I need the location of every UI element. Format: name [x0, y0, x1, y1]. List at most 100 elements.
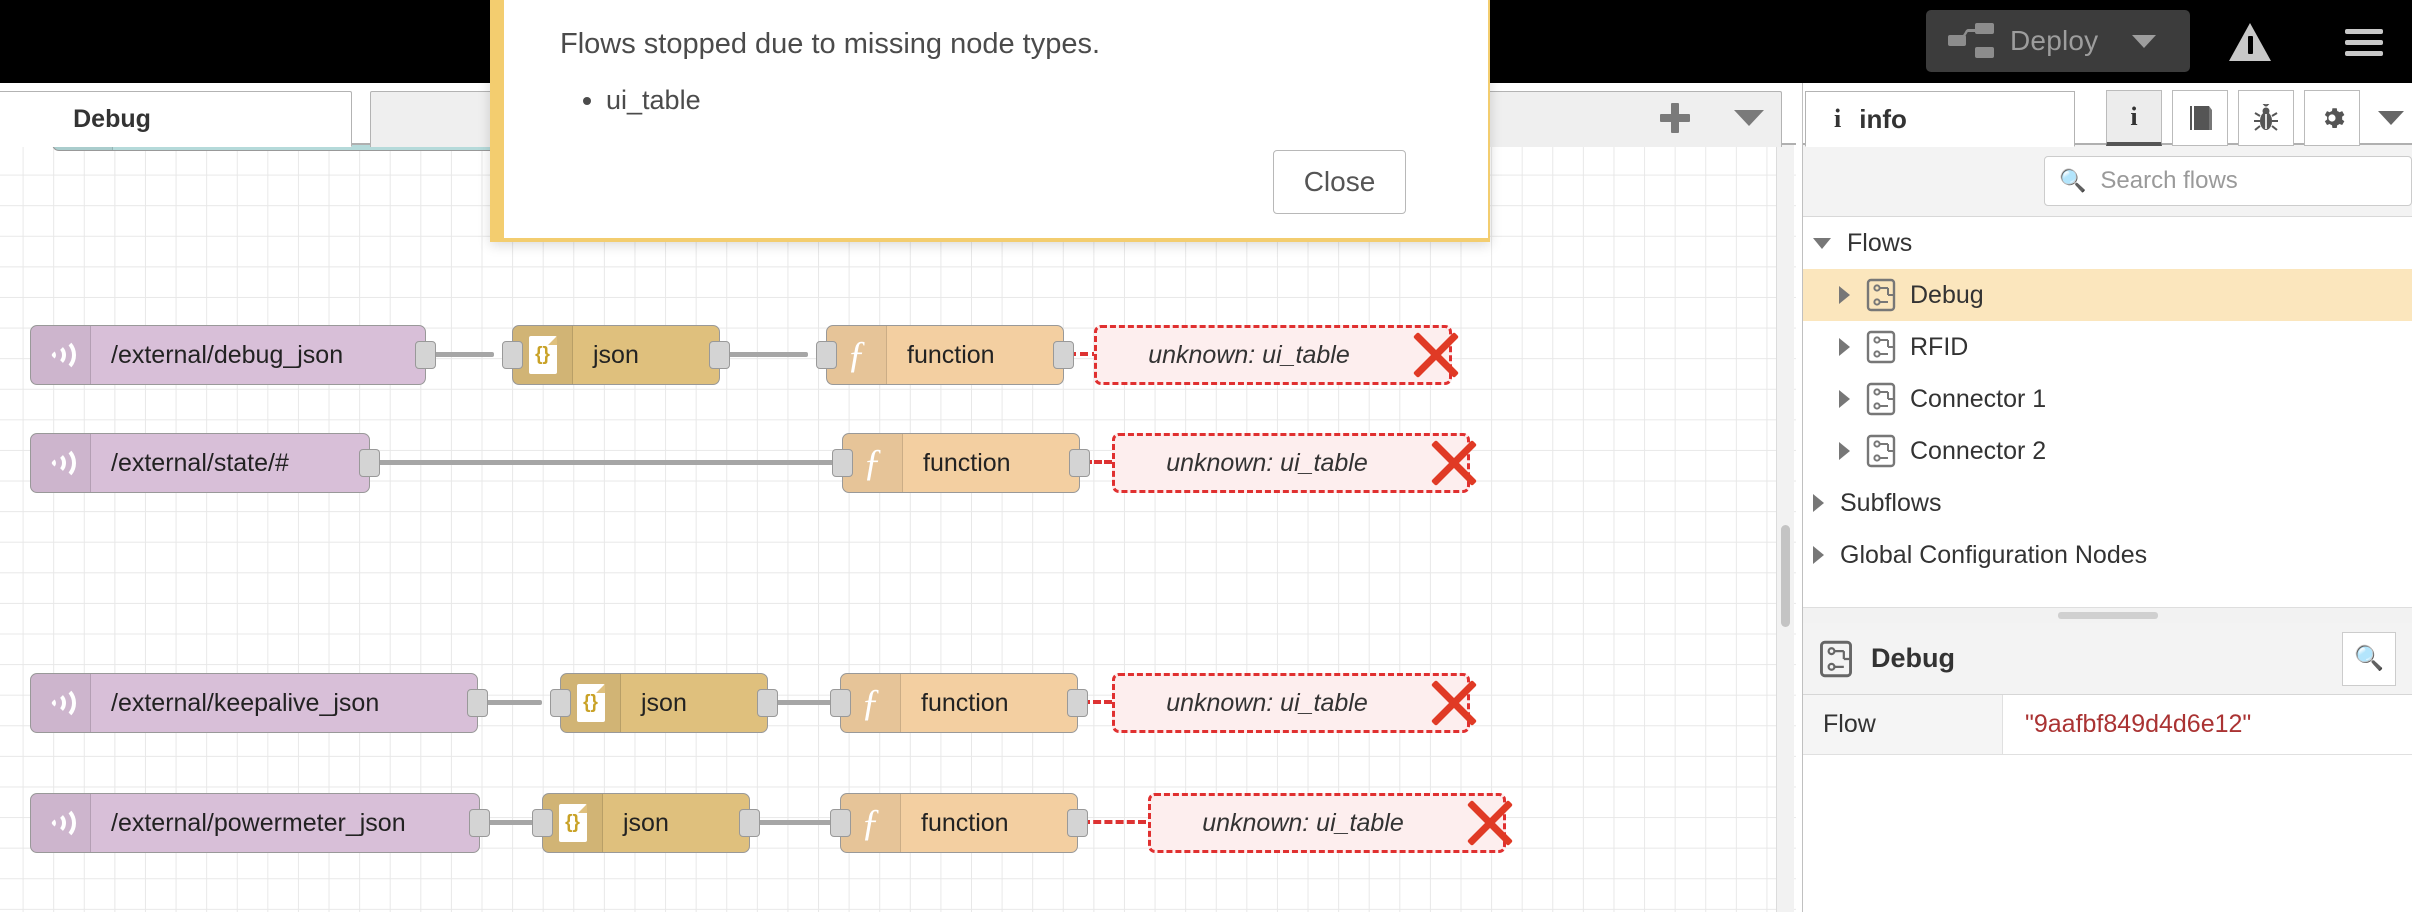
info-icon: i [1834, 104, 1842, 133]
node-input-port[interactable] [532, 809, 553, 837]
search-icon[interactable]: 🔍 [2342, 631, 2396, 686]
chevron-down-icon[interactable] [1734, 110, 1764, 126]
node-label: function [907, 340, 995, 369]
tree-item-label: Connector 1 [1910, 384, 2047, 413]
node-output-port[interactable] [1069, 449, 1090, 477]
tree-item-global-config-nodes[interactable]: Global Configuration Nodes [1803, 529, 2412, 581]
tree-item-label: Connector 2 [1910, 436, 2047, 465]
node-output-port[interactable] [1067, 809, 1088, 837]
chevron-right-icon[interactable] [1813, 546, 1824, 564]
tab-debug[interactable]: Debug [0, 91, 352, 147]
chevron-down-icon[interactable] [1813, 237, 1831, 249]
wire [484, 700, 542, 705]
debug-icon-button[interactable] [2238, 90, 2294, 146]
node-output-port[interactable] [739, 809, 760, 837]
node-label: /external/debug_json [111, 340, 344, 369]
node-output-port[interactable] [467, 689, 488, 717]
node-output-port[interactable] [469, 809, 490, 837]
node-output-port[interactable] [757, 689, 778, 717]
function-node-3[interactable]: ƒ function [830, 673, 1088, 733]
flow-icon [1866, 382, 1896, 416]
node-input-port[interactable] [550, 689, 571, 717]
tree-item-flows[interactable]: Flows [1803, 217, 2412, 269]
mqtt-in-node-keepalive-json[interactable]: /external/keepalive_json [30, 673, 488, 733]
unknown-node-4[interactable]: unknown: ui_table [1148, 793, 1506, 853]
sidebar-tab-info[interactable]: i info [1805, 91, 2075, 147]
sidebar-icon-buttons: i [2106, 90, 2404, 146]
unknown-node-3[interactable]: unknown: ui_table [1112, 673, 1470, 733]
mqtt-in-node-debug-json[interactable]: /external/debug_json [30, 325, 436, 385]
wire [432, 352, 494, 357]
node-input-port[interactable] [816, 341, 837, 369]
json-node-1[interactable]: {} json [502, 325, 730, 385]
hamburger-menu-icon[interactable] [2336, 14, 2392, 70]
flows-tree: Flows Debug RFID Connector 1 Connector 2… [1803, 217, 2412, 607]
chevron-down-icon[interactable] [2378, 111, 2404, 125]
node-output-port[interactable] [415, 341, 436, 369]
chevron-right-icon[interactable] [1839, 338, 1850, 356]
chevron-down-icon[interactable] [2132, 34, 2157, 48]
node-output-port[interactable] [709, 341, 730, 369]
chevron-right-icon[interactable] [1839, 442, 1850, 460]
tree-item-connector-2[interactable]: Connector 2 [1803, 425, 2412, 477]
node-red-editor: Deploy Debug RFID [0, 0, 2412, 912]
mqtt-icon [31, 326, 91, 384]
sidebar-tab-row: i info i [1803, 83, 2412, 147]
wire [726, 352, 808, 357]
sidebar-resize-handle[interactable] [1803, 607, 2412, 623]
tree-item-debug[interactable]: Debug [1803, 269, 2412, 321]
node-output-port[interactable] [359, 449, 380, 477]
search-input[interactable] [2100, 166, 2411, 195]
deploy-button[interactable]: Deploy [1926, 10, 2190, 72]
close-button[interactable]: Close [1273, 150, 1406, 214]
function-node-1[interactable]: ƒ function [816, 325, 1074, 385]
add-flow-icon[interactable] [1660, 103, 1690, 133]
tree-item-rfid[interactable]: RFID [1803, 321, 2412, 373]
function-node-2[interactable]: ƒ function [832, 433, 1090, 493]
chevron-right-icon[interactable] [1813, 494, 1824, 512]
mqtt-icon [31, 794, 91, 852]
config-icon-button[interactable] [2304, 90, 2360, 146]
error-x-icon [1461, 794, 1519, 852]
debug-panel-header: Debug 🔍 [1803, 623, 2412, 695]
list-item: ui_table [606, 85, 1458, 116]
flow-icon [1820, 640, 1852, 677]
node-input-port[interactable] [502, 341, 523, 369]
sidebar-search-row: 🔍 [1803, 145, 2412, 217]
function-node-4[interactable]: ƒ function [830, 793, 1088, 853]
json-node-3[interactable]: {} json [532, 793, 760, 853]
node-input-port[interactable] [832, 449, 853, 477]
help-icon-button[interactable] [2172, 90, 2228, 146]
chevron-right-icon[interactable] [1839, 390, 1850, 408]
chevron-right-icon[interactable] [1839, 286, 1850, 304]
notification-dialog: Flows stopped due to missing node types.… [490, 0, 1490, 242]
canvas-vertical-scrollbar[interactable] [1776, 145, 1794, 912]
tree-item-label: Flows [1847, 228, 1913, 257]
scrollbar-thumb[interactable] [1781, 525, 1790, 627]
warning-triangle-icon[interactable] [2222, 14, 2278, 70]
unknown-node-2[interactable]: unknown: ui_table [1112, 433, 1470, 493]
flow-canvas[interactable]: /external/debug_json {} json ƒ function … [0, 145, 1796, 912]
node-output-port[interactable] [1067, 689, 1088, 717]
unknown-node-1[interactable]: unknown: ui_table [1094, 325, 1452, 385]
node-label: function [921, 688, 1009, 717]
mqtt-in-node-state[interactable]: /external/state/# [30, 433, 380, 493]
node-label: function [921, 808, 1009, 837]
bug-icon [2254, 104, 2278, 131]
search-flows-box[interactable]: 🔍 [2044, 155, 2412, 206]
info-icon: i [2130, 101, 2138, 131]
node-output-port[interactable] [1053, 341, 1074, 369]
node-input-port[interactable] [830, 689, 851, 717]
wire [756, 820, 834, 825]
node-label: json [641, 688, 687, 717]
node-label: /external/powermeter_json [111, 808, 406, 837]
info-icon-button[interactable]: i [2106, 90, 2162, 146]
unknown-node-label: unknown: ui_table [1202, 808, 1404, 837]
unknown-node-label: unknown: ui_table [1166, 688, 1368, 717]
mqtt-in-node-powermeter-json[interactable]: /external/powermeter_json [30, 793, 490, 853]
node-label: json [623, 808, 669, 837]
json-node-2[interactable]: {} json [550, 673, 778, 733]
tree-item-connector-1[interactable]: Connector 1 [1803, 373, 2412, 425]
node-input-port[interactable] [830, 809, 851, 837]
tree-item-subflows[interactable]: Subflows [1803, 477, 2412, 529]
